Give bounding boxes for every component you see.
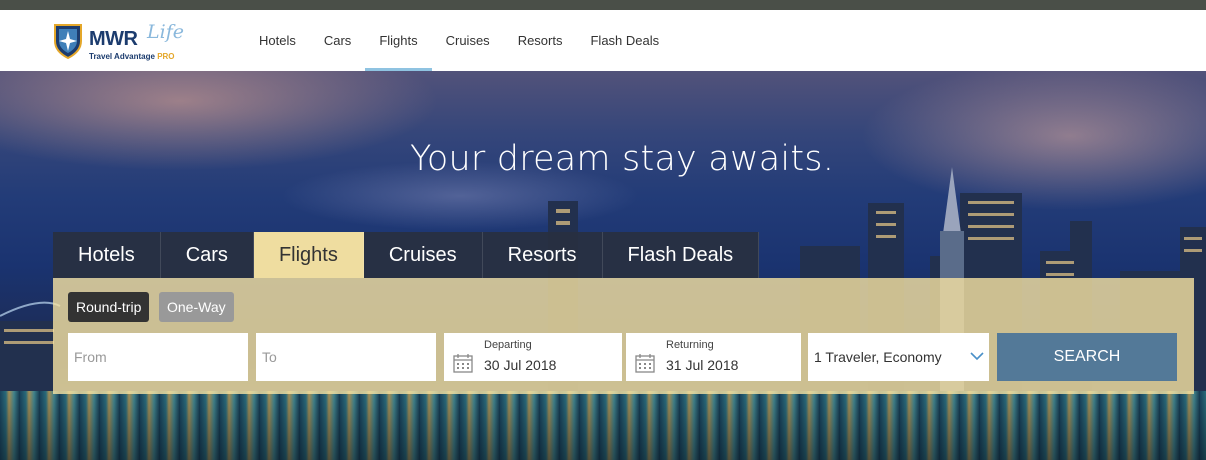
tab-resorts[interactable]: Resorts [482, 232, 603, 278]
nav-cruises[interactable]: Cruises [432, 10, 504, 71]
one-way-button[interactable]: One-Way [159, 292, 234, 322]
tagline-pro: PRO [157, 52, 175, 61]
calendar-icon [453, 354, 473, 373]
flight-search-panel: Round-trip One-Way Departing 30 Jul 2018… [53, 278, 1194, 394]
nav-resorts[interactable]: Resorts [504, 10, 577, 71]
tab-hotels[interactable]: Hotels [53, 232, 161, 278]
nav-flights[interactable]: Flights [365, 10, 432, 71]
to-input[interactable] [256, 333, 436, 381]
chevron-down-icon [970, 352, 984, 361]
to-field [256, 333, 436, 381]
brand-name: MWR [89, 28, 138, 50]
returning-label: Returning [666, 339, 714, 351]
from-input[interactable] [68, 333, 248, 381]
travelers-value: 1 Traveler, Economy [814, 349, 942, 365]
search-tabs: Hotels Cars Flights Cruises Resorts Flas… [53, 232, 760, 278]
departing-label: Departing [484, 339, 532, 351]
hero-headline: Your dream stay awaits. [409, 139, 835, 179]
tab-cruises[interactable]: Cruises [363, 232, 483, 278]
nav-hotels[interactable]: Hotels [245, 10, 310, 71]
brand-tagline: Travel Advantage PRO [89, 52, 175, 61]
nav-cars[interactable]: Cars [310, 10, 365, 71]
brand-logo[interactable]: MWR Life Travel Advantage PRO [53, 21, 184, 63]
returning-date-field[interactable]: Returning 31 Jul 2018 [626, 333, 801, 381]
returning-value: 31 Jul 2018 [666, 357, 739, 373]
calendar-icon [635, 354, 655, 373]
tab-flights[interactable]: Flights [253, 232, 364, 278]
main-nav: Hotels Cars Flights Cruises Resorts Flas… [245, 10, 673, 71]
shield-icon [54, 24, 82, 59]
top-strip [0, 0, 1206, 10]
search-button[interactable]: SEARCH [997, 333, 1177, 381]
travelers-select[interactable]: 1 Traveler, Economy [808, 333, 989, 381]
nav-flash-deals[interactable]: Flash Deals [576, 10, 673, 71]
tab-flash-deals[interactable]: Flash Deals [602, 232, 760, 278]
from-field [68, 333, 248, 381]
tagline-text: Travel Advantage [89, 52, 155, 61]
brand-script: Life [147, 21, 184, 43]
river-shade [0, 391, 1206, 460]
departing-value: 30 Jul 2018 [484, 357, 557, 373]
tab-cars[interactable]: Cars [160, 232, 254, 278]
departing-date-field[interactable]: Departing 30 Jul 2018 [444, 333, 622, 381]
round-trip-button[interactable]: Round-trip [68, 292, 150, 322]
